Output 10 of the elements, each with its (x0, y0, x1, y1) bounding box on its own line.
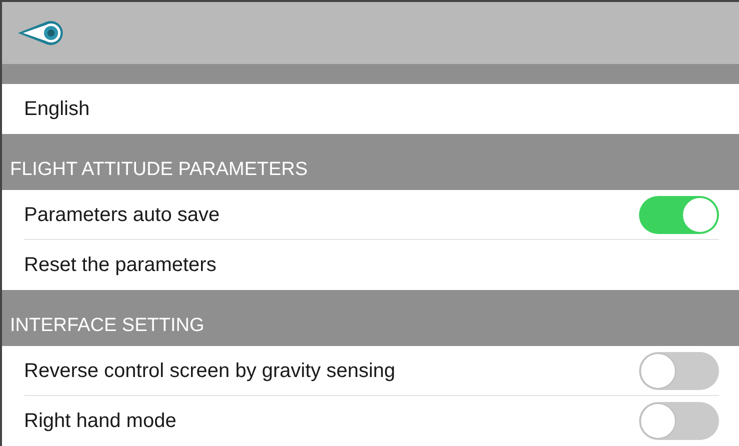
toggle-switch[interactable] (639, 352, 719, 390)
section-heading: FLIGHT ATTITUDE PARAMETERS (10, 158, 308, 182)
setting-label: English (24, 97, 90, 122)
toggle-switch[interactable] (639, 402, 719, 440)
section-heading: INTERFACE SETTING (10, 314, 204, 338)
toggle-switch[interactable] (639, 196, 719, 234)
setting-label: Right hand mode (24, 409, 176, 434)
setting-label: Reset the parameters (24, 253, 216, 278)
setting-label: Parameters auto save (24, 202, 220, 228)
setting-label: Reverse control screen by gravity sensing (24, 358, 396, 384)
